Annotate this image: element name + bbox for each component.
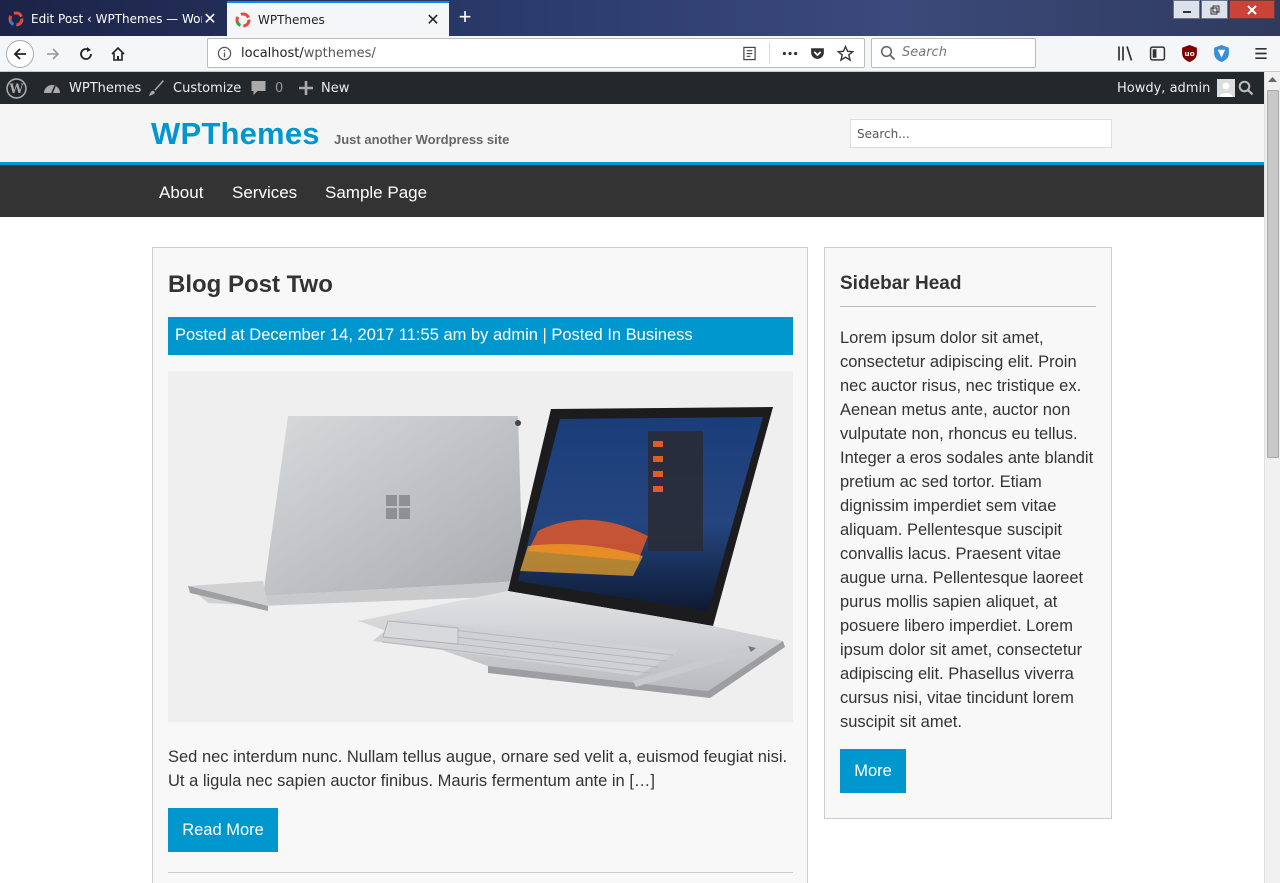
browser-search-input[interactable] bbox=[902, 45, 1027, 60]
read-more-button[interactable]: Read More bbox=[168, 808, 278, 852]
customize-label: Customize bbox=[173, 80, 242, 96]
scrollbar-thumb[interactable] bbox=[1267, 90, 1279, 458]
scroll-up-arrow-icon[interactable] bbox=[1268, 76, 1277, 83]
post-featured-image[interactable] bbox=[168, 371, 793, 722]
pocket-icon[interactable] bbox=[809, 45, 826, 62]
paintbrush-icon bbox=[149, 79, 164, 96]
avatar bbox=[1217, 79, 1236, 97]
post-title[interactable]: Blog Post Two bbox=[168, 271, 333, 299]
hamburger-menu-icon[interactable] bbox=[1253, 46, 1269, 61]
privacy-shield-icon[interactable] bbox=[1213, 44, 1230, 63]
admin-bar-site-name[interactable]: WPThemes bbox=[43, 72, 141, 104]
site-search-input[interactable] bbox=[851, 120, 1111, 147]
tab-wpthemes[interactable]: WPThemes ✕ bbox=[227, 1, 449, 36]
site-header: WPThemes Just another Wordpress site bbox=[0, 104, 1264, 162]
library-icon[interactable] bbox=[1117, 45, 1135, 62]
site-tagline: Just another Wordpress site bbox=[334, 132, 510, 147]
browser-search-bar[interactable] bbox=[871, 38, 1036, 68]
minimize-icon[interactable] bbox=[1173, 0, 1200, 19]
tab-title: Edit Post ‹ WPThemes — WordPress bbox=[31, 11, 202, 26]
url-text: localhost/wpthemes/ bbox=[241, 46, 376, 61]
browser-tab-bar: Edit Post ‹ WPThemes — WordPress ✕ WPThe… bbox=[0, 0, 1280, 36]
comments-count: 0 bbox=[275, 80, 284, 96]
post-meta: Posted at December 14, 2017 11:55 am by … bbox=[168, 317, 793, 355]
dashboard-gauge-icon bbox=[44, 85, 60, 94]
tab-close-icon[interactable]: ✕ bbox=[425, 11, 441, 28]
tab-title: WPThemes bbox=[258, 12, 325, 27]
search-icon bbox=[880, 45, 896, 61]
howdy-label: Howdy, admin bbox=[1117, 80, 1211, 96]
admin-bar-new[interactable]: New bbox=[299, 72, 349, 104]
url-path: wpthemes/ bbox=[303, 46, 376, 61]
new-tab-plus-icon[interactable]: + bbox=[452, 5, 478, 31]
home-icon[interactable] bbox=[104, 40, 132, 68]
wp-admin-bar: W WPThemes Customize 0 New Howdy, admin bbox=[0, 72, 1264, 104]
sidebar-heading: Sidebar Head bbox=[840, 273, 962, 294]
reader-view-icon[interactable] bbox=[742, 46, 757, 61]
sidebar-divider bbox=[840, 306, 1096, 307]
site-title[interactable]: WPThemes bbox=[151, 116, 320, 152]
site-search-box[interactable] bbox=[850, 119, 1112, 148]
tab-close-icon[interactable]: ✕ bbox=[202, 10, 218, 27]
url-divider bbox=[769, 42, 770, 64]
blog-post: Blog Post Two Posted at December 14, 201… bbox=[152, 247, 808, 883]
restore-icon[interactable] bbox=[1201, 0, 1228, 19]
main-navigation: About Services Sample Page bbox=[0, 165, 1264, 217]
wordpress-logo-icon[interactable]: W bbox=[6, 72, 27, 104]
admin-bar-customize[interactable]: Customize bbox=[148, 72, 241, 104]
browser-toolbar: localhost/wpthemes/ uo bbox=[0, 36, 1280, 72]
plus-icon bbox=[299, 81, 313, 95]
back-arrow-icon[interactable] bbox=[6, 40, 34, 68]
bookmark-star-icon[interactable] bbox=[837, 45, 854, 62]
url-host: localhost/ bbox=[241, 46, 304, 61]
window-close-icon[interactable] bbox=[1229, 0, 1275, 19]
nav-link-about[interactable]: About bbox=[159, 183, 203, 203]
nav-link-sample-page[interactable]: Sample Page bbox=[325, 183, 427, 203]
laptop-illustration bbox=[168, 371, 793, 722]
sidebar-toggle-icon[interactable] bbox=[1149, 45, 1166, 62]
svg-text:uo: uo bbox=[1184, 49, 1194, 58]
page-scrollbar[interactable] bbox=[1264, 72, 1280, 883]
svg-text:W: W bbox=[8, 81, 24, 96]
wpthemes-favicon-icon bbox=[8, 11, 24, 26]
comment-bubble-icon bbox=[251, 81, 266, 95]
admin-bar-search-icon[interactable] bbox=[1238, 72, 1254, 104]
window-controls bbox=[1172, 0, 1275, 20]
reload-icon[interactable] bbox=[72, 40, 100, 68]
post-excerpt: Sed nec interdum nunc. Nullam tellus aug… bbox=[168, 748, 788, 790]
wpthemes-favicon-icon bbox=[235, 12, 251, 27]
site-name-label: WPThemes bbox=[69, 80, 142, 96]
more-button[interactable]: More bbox=[840, 749, 906, 793]
ublock-icon[interactable]: uo bbox=[1181, 44, 1198, 63]
tab-edit-post[interactable]: Edit Post ‹ WPThemes — WordPress ✕ bbox=[0, 2, 226, 35]
new-label: New bbox=[321, 80, 350, 96]
page-actions-icon[interactable] bbox=[781, 46, 799, 61]
admin-bar-account[interactable]: Howdy, admin bbox=[1117, 72, 1236, 104]
sidebar-widget: Sidebar Head Lorem ipsum dolor sit amet,… bbox=[824, 247, 1112, 819]
post-divider bbox=[168, 872, 793, 873]
site-info-icon[interactable] bbox=[217, 46, 232, 61]
admin-bar-comments[interactable]: 0 bbox=[250, 72, 283, 104]
nav-link-services[interactable]: Services bbox=[232, 183, 297, 203]
sidebar-text: Lorem ipsum dolor sit amet, consectetur … bbox=[840, 329, 1094, 731]
forward-arrow-icon[interactable] bbox=[39, 40, 67, 68]
url-bar[interactable]: localhost/wpthemes/ bbox=[207, 38, 865, 68]
